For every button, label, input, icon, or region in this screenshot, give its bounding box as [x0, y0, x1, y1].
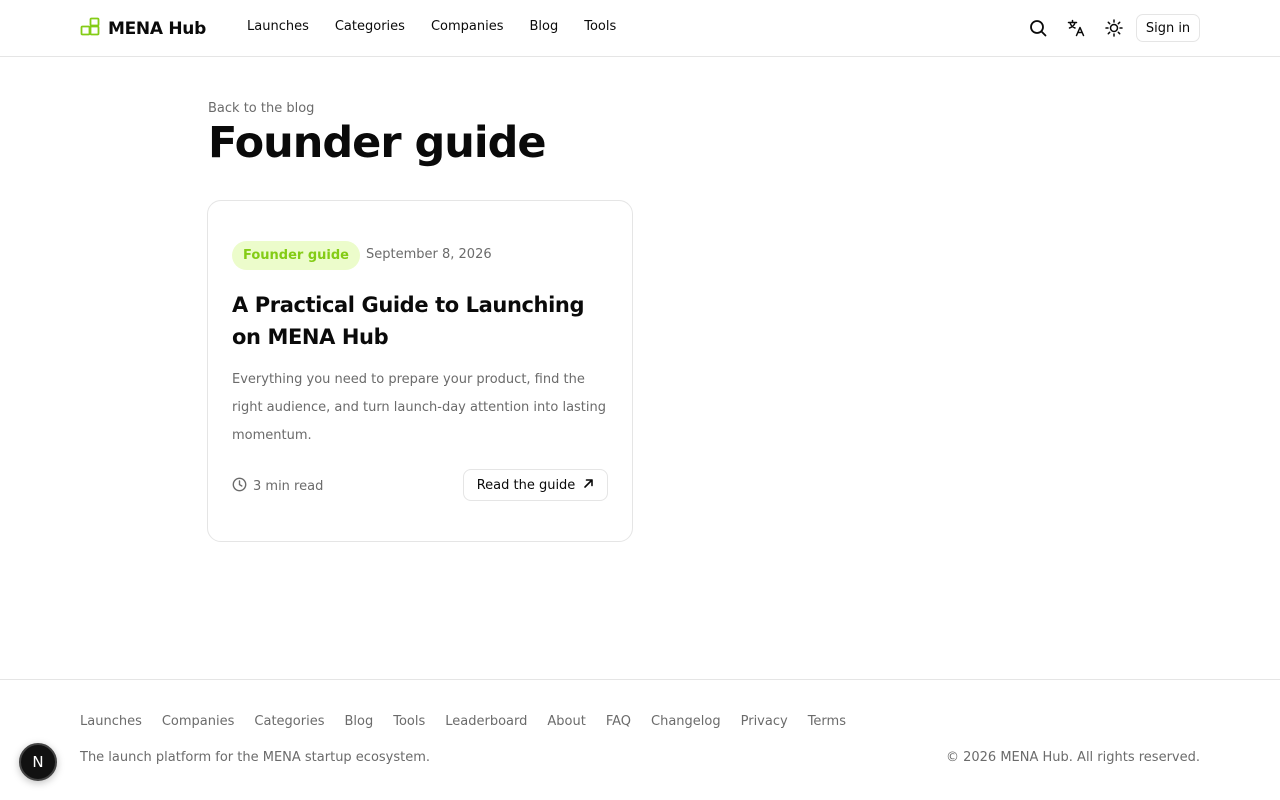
- clock-icon: [232, 477, 247, 496]
- sun-icon[interactable]: [1104, 18, 1124, 38]
- footer-tagline: The launch platform for the MENA startup…: [80, 750, 431, 765]
- search-icon[interactable]: [1028, 18, 1048, 38]
- nav-launches[interactable]: Launches: [247, 19, 309, 34]
- blog-post-card: Founder guide September 8, 2026 A Practi…: [207, 200, 633, 542]
- footer-link-companies[interactable]: Companies: [162, 714, 235, 729]
- footer-link-privacy[interactable]: Privacy: [741, 714, 788, 729]
- dev-tools-badge[interactable]: N: [19, 743, 57, 781]
- footer-link-terms[interactable]: Terms: [808, 714, 846, 729]
- read-guide-label: Read the guide: [476, 477, 576, 493]
- post-description: Everything you need to prepare your prod…: [232, 372, 607, 443]
- read-time-label: 3 min read: [253, 479, 324, 494]
- footer-link-blog[interactable]: Blog: [344, 714, 373, 729]
- header-actions: [1028, 18, 1124, 38]
- post-date: September 8, 2026: [366, 247, 492, 262]
- brand-name: MENA Hub: [108, 19, 206, 39]
- footer-link-changelog[interactable]: Changelog: [651, 714, 721, 729]
- footer-link-faq[interactable]: FAQ: [606, 714, 631, 729]
- site-footer: Launches Companies Categories Blog Tools…: [0, 679, 1280, 800]
- back-to-blog-link[interactable]: Back to the blog: [208, 101, 314, 116]
- footer-link-tools[interactable]: Tools: [393, 714, 425, 729]
- logo-icon: [80, 17, 100, 41]
- read-guide-button[interactable]: Read the guide: [463, 469, 608, 501]
- footer-link-categories[interactable]: Categories: [254, 714, 324, 729]
- footer-link-launches[interactable]: Launches: [80, 714, 142, 729]
- footer-link-about[interactable]: About: [547, 714, 585, 729]
- footer-nav: Launches Companies Categories Blog Tools…: [80, 714, 846, 729]
- translate-icon[interactable]: [1066, 18, 1086, 38]
- page-title: Founder guide: [208, 118, 547, 168]
- nav-tools[interactable]: Tools: [584, 19, 616, 34]
- category-badge: Founder guide: [232, 241, 360, 270]
- sign-in-button[interactable]: Sign in: [1136, 14, 1200, 42]
- footer-link-leaderboard[interactable]: Leaderboard: [445, 714, 527, 729]
- main-nav: Launches Categories Companies Blog Tools: [247, 19, 616, 34]
- nav-blog[interactable]: Blog: [529, 19, 558, 34]
- nav-categories[interactable]: Categories: [335, 19, 405, 34]
- nav-companies[interactable]: Companies: [431, 19, 504, 34]
- footer-copyright: © 2026 MENA Hub. All rights reserved.: [945, 750, 1200, 765]
- arrow-up-right-icon: [583, 478, 594, 493]
- read-time: 3 min read: [232, 477, 323, 496]
- post-title[interactable]: A Practical Guide to Launching on MENA H…: [232, 289, 617, 353]
- brand-logo-link[interactable]: MENA Hub: [80, 17, 206, 41]
- site-header: MENA Hub Launches Categories Companies B…: [0, 0, 1280, 57]
